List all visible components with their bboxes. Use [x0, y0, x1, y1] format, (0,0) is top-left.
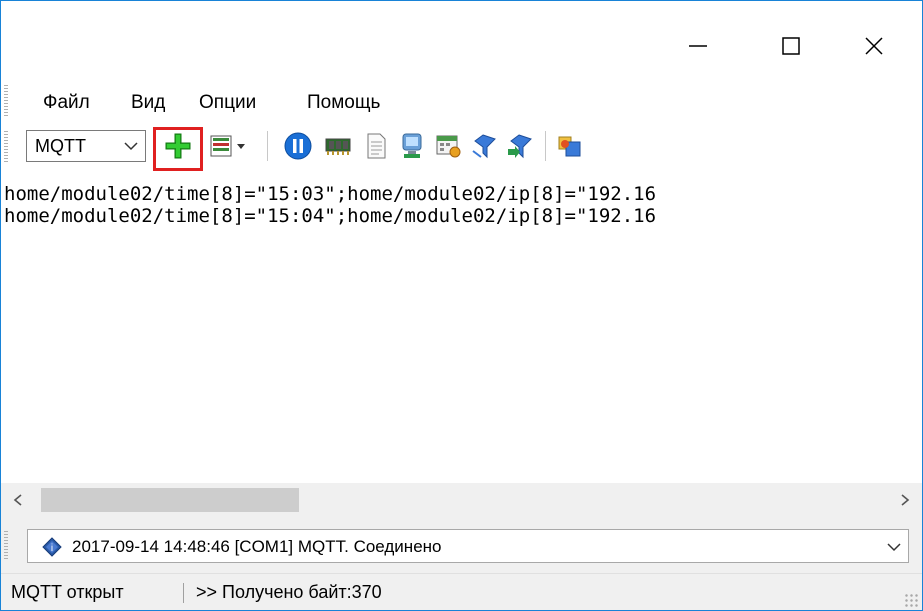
add-button[interactable]	[161, 129, 195, 163]
terminal-output[interactable]: home/module02/time[8]="15:03";home/modul…	[1, 177, 922, 483]
filter-button[interactable]	[467, 129, 501, 163]
title-bar	[1, 1, 922, 75]
chevron-right-icon	[901, 494, 910, 506]
export-icon	[558, 136, 581, 157]
menu-options[interactable]: Опции	[195, 91, 260, 115]
status-separator	[183, 583, 184, 603]
svg-text:i: i	[51, 543, 53, 554]
status-bar: MQTT открыт >> Получено байт:370	[1, 573, 922, 610]
toolbar-separator	[267, 131, 268, 161]
menubar-grip[interactable]	[4, 85, 8, 117]
toolbar-separator-2	[545, 131, 546, 161]
chevron-down-icon	[887, 543, 901, 552]
logbar-grip[interactable]	[4, 531, 8, 561]
protocol-select[interactable]: MQTT	[26, 130, 146, 162]
chevron-left-icon	[13, 494, 22, 506]
resize-grip[interactable]	[904, 593, 918, 607]
filter-icon	[472, 134, 496, 159]
menu-help[interactable]: Помощь	[303, 91, 384, 115]
chevron-down-icon	[124, 142, 138, 151]
computer-button[interactable]	[395, 129, 429, 163]
scroll-left-button[interactable]	[1, 483, 35, 517]
filter-edit-icon	[508, 134, 532, 159]
menu-file[interactable]: Файл	[39, 91, 94, 115]
info-diamond-icon: i	[42, 537, 62, 557]
list-view-button[interactable]	[207, 129, 255, 163]
document-icon	[367, 133, 386, 159]
computer-icon	[402, 133, 422, 158]
add-icon	[165, 133, 191, 159]
close-icon	[865, 37, 883, 55]
protocol-select-value: MQTT	[35, 136, 86, 156]
horizontal-scrollbar[interactable]	[1, 483, 922, 517]
scroll-thumb[interactable]	[41, 488, 299, 512]
app-window: Файл Вид Опции Помощь MQTT home/module02…	[0, 0, 923, 611]
toolbar: MQTT	[1, 125, 922, 178]
export-button[interactable]	[553, 129, 587, 163]
pause-icon	[284, 132, 312, 160]
scroll-right-button[interactable]	[888, 483, 922, 517]
status-connection: MQTT открыт	[11, 582, 124, 602]
log-bar: i 2017-09-14 14:48:46 [COM1] MQTT. Соеди…	[1, 517, 922, 573]
toolbar-grip[interactable]	[4, 131, 8, 163]
minimize-icon	[689, 45, 707, 47]
maximize-icon	[782, 37, 800, 55]
calculator-icon	[436, 135, 461, 158]
status-bytes-received: >> Получено байт:370	[196, 582, 382, 602]
terminal-line: home/module02/time[8]="15:04";home/modul…	[4, 205, 657, 227]
maximize-button[interactable]	[768, 23, 814, 69]
log-entry: 2017-09-14 14:48:46 [COM1] MQTT. Соедине…	[72, 537, 442, 556]
calculator-button[interactable]	[431, 129, 465, 163]
memory-button[interactable]	[321, 129, 355, 163]
memory-chip-icon	[325, 138, 351, 155]
menu-bar: Файл Вид Опции Помощь	[1, 75, 922, 125]
menu-view[interactable]: Вид	[127, 91, 169, 115]
log-select[interactable]: i 2017-09-14 14:48:46 [COM1] MQTT. Соеди…	[27, 529, 909, 563]
terminal-line: home/module02/time[8]="15:03";home/modul…	[4, 183, 657, 205]
filter-edit-button[interactable]	[503, 129, 537, 163]
pause-button[interactable]	[281, 129, 315, 163]
document-button[interactable]	[359, 129, 393, 163]
list-view-icon	[210, 135, 245, 157]
minimize-button[interactable]	[675, 23, 721, 69]
close-button[interactable]	[851, 23, 897, 69]
